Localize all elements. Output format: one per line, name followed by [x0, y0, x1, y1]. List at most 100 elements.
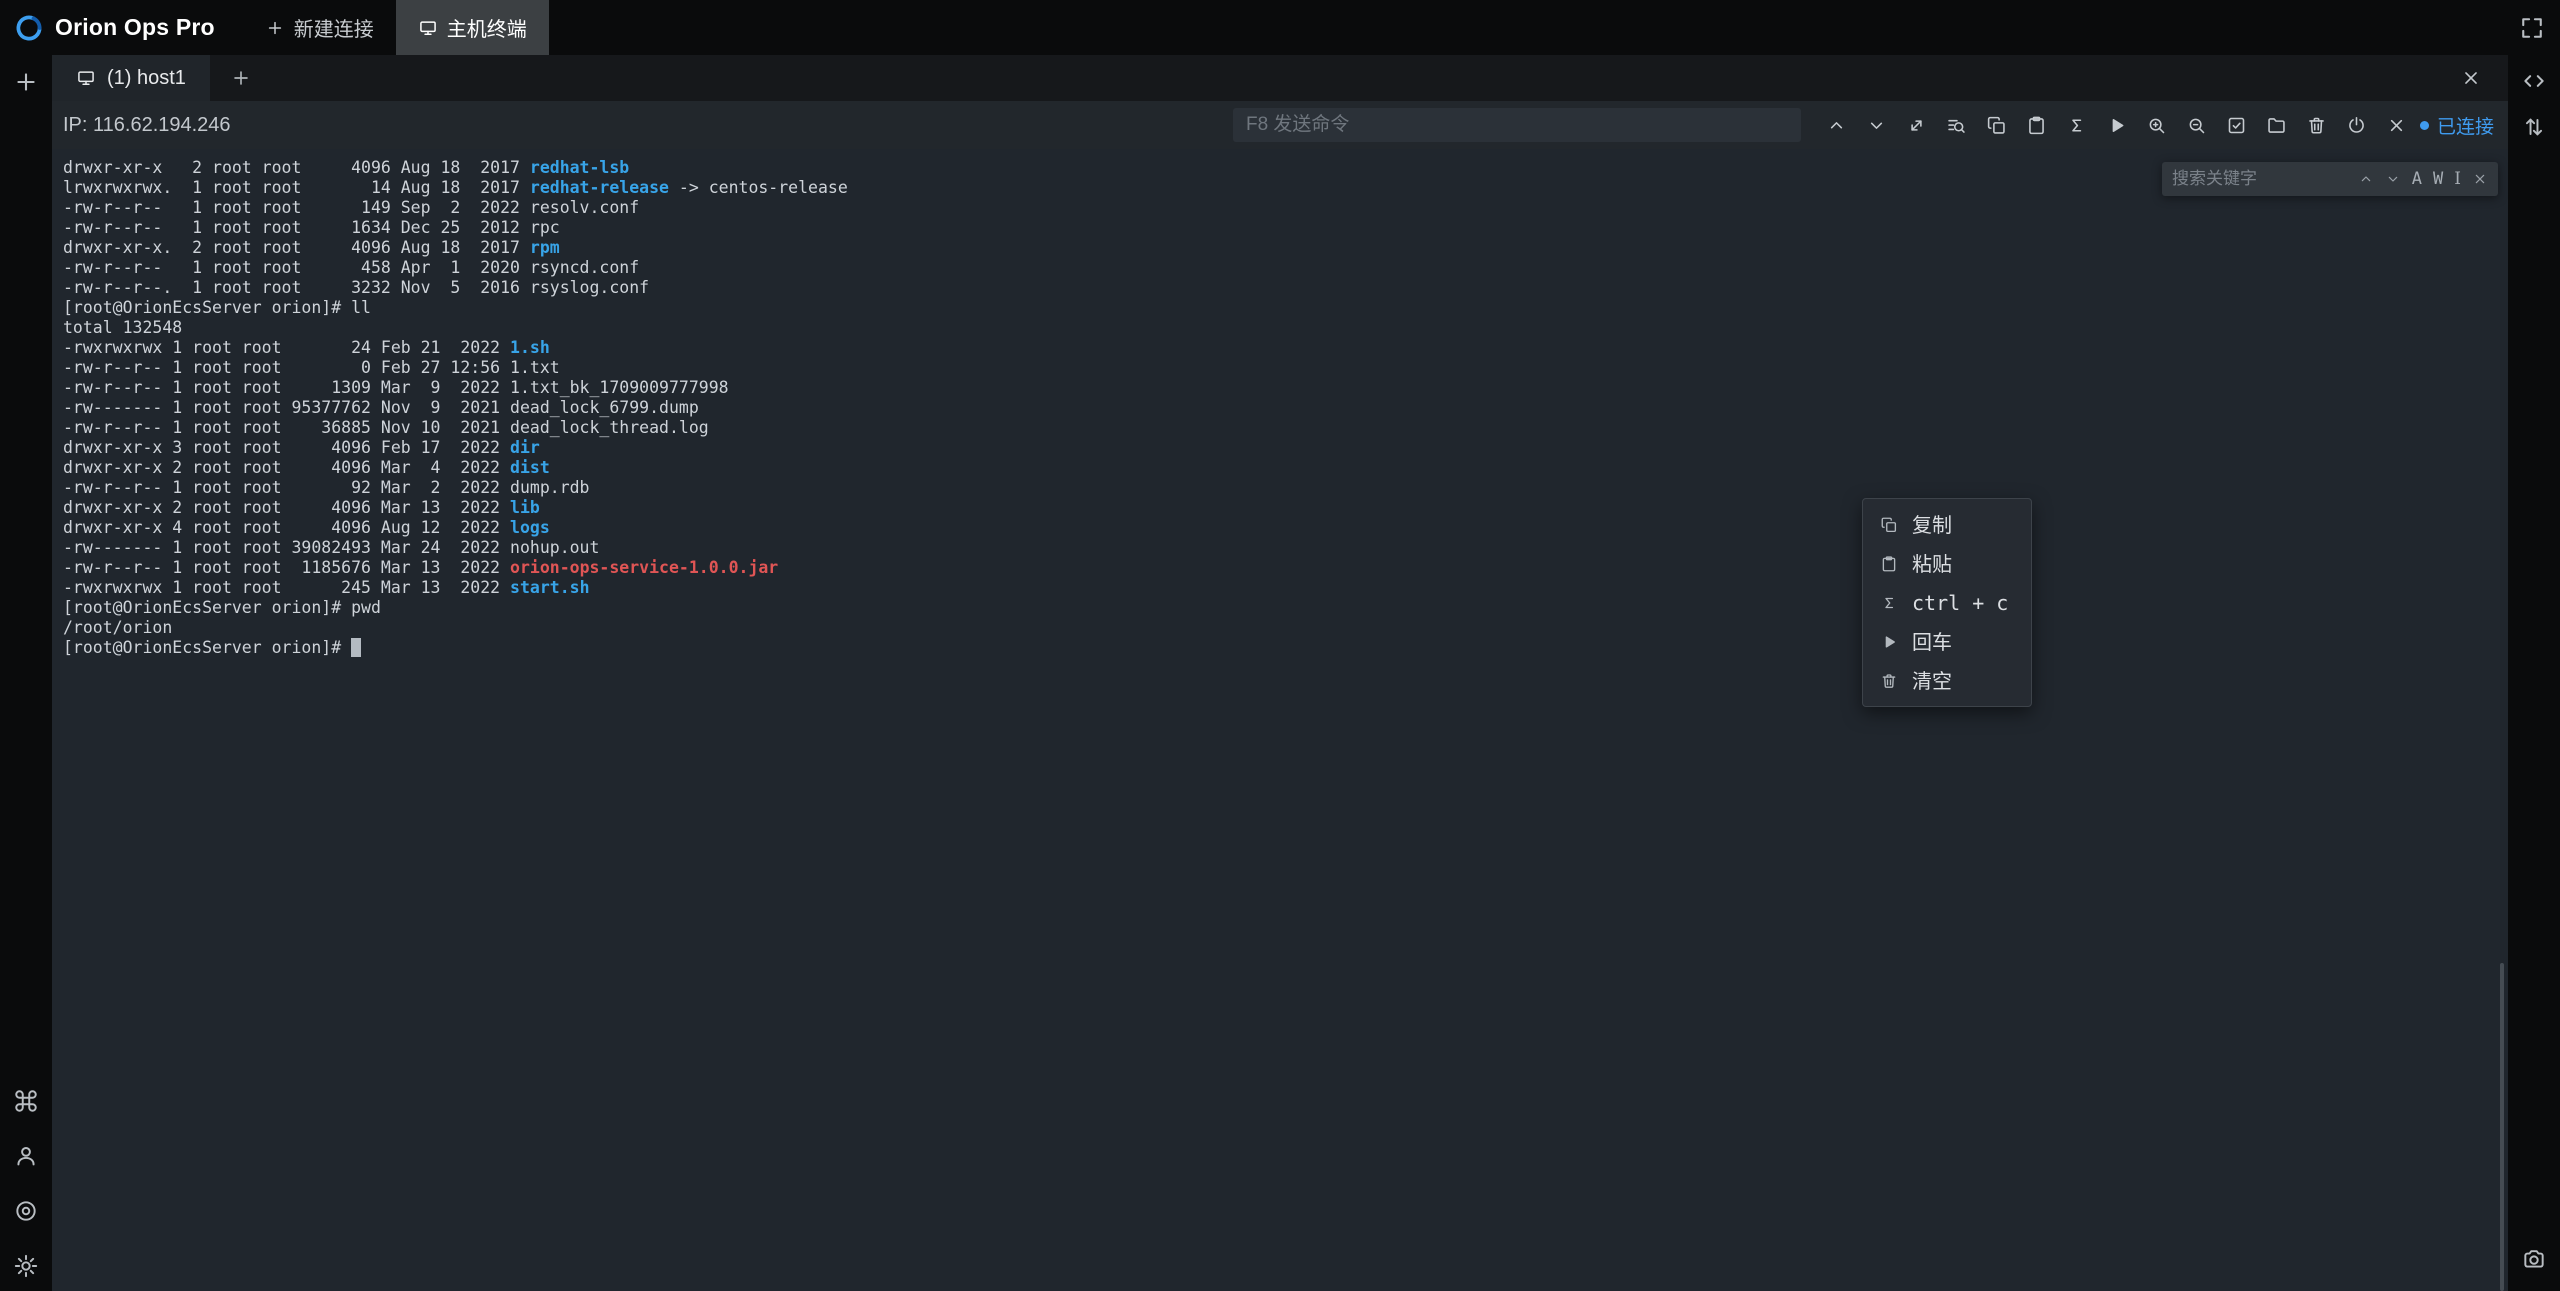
context-menu-label: 粘贴 — [1912, 554, 1952, 574]
terminal-line: -rw------- 1 root root 95377762 Nov 9 20… — [63, 398, 2508, 418]
chevron-down-icon — [2385, 171, 2401, 187]
play-icon — [2106, 115, 2127, 136]
search-next-button[interactable] — [2385, 171, 2401, 187]
terminal-line: -rw-r--r-- 1 root root 1185676 Mar 13 20… — [63, 558, 2508, 578]
terminal-line: [root@OrionEcsServer orion]# ll — [63, 298, 2508, 318]
regex-toggle[interactable]: I — [2454, 171, 2461, 188]
terminal-line: -rw-r--r-- 1 root root 149 Sep 2 2022 re… — [63, 198, 2508, 218]
right-rail — [2508, 55, 2560, 1291]
fullscreen-button[interactable] — [2518, 14, 2546, 42]
search-input[interactable] — [2172, 169, 2350, 189]
zoom-out-icon — [2186, 115, 2207, 136]
terminal-line: drwxr-xr-x. 2 root root 4096 Aug 18 2017… — [63, 238, 2508, 258]
copy-icon — [1880, 516, 1898, 534]
nav-host-terminal[interactable]: 主机终端 — [396, 0, 549, 55]
terminal-output: drwxr-xr-x 2 root root 4096 Aug 18 2017 … — [63, 158, 2508, 658]
file-manager-button[interactable] — [2263, 112, 2290, 139]
terminal-line: drwxr-xr-x 3 root root 4096 Feb 17 2022 … — [63, 438, 2508, 458]
plus-icon — [230, 67, 252, 89]
user-button[interactable] — [13, 1143, 39, 1169]
scroll-to-bottom-button[interactable] — [1863, 112, 1890, 139]
camera-icon — [2521, 1246, 2547, 1272]
topbar: Orion Ops Pro 新建连接 主机终端 — [0, 0, 2560, 55]
trash-icon — [2306, 115, 2327, 136]
context-menu-label: 回车 — [1912, 632, 1952, 652]
match-case-toggle[interactable]: A — [2412, 171, 2422, 188]
terminal-line: -rw-r--r-- 1 root root 36885 Nov 10 2021… — [63, 418, 2508, 438]
upload-download-button[interactable] — [2521, 114, 2547, 140]
context-menu-item-copy[interactable]: 复制 — [1863, 505, 2031, 544]
context-menu-item-paste[interactable]: 粘贴 — [1863, 544, 2031, 583]
clear-screen-button[interactable] — [2303, 112, 2330, 139]
settings-button[interactable] — [13, 1253, 39, 1279]
terminal-line: -rw------- 1 root root 39082493 Mar 24 2… — [63, 538, 2508, 558]
close-icon — [2460, 67, 2482, 89]
tab-host1[interactable]: (1) host1 — [52, 55, 210, 101]
send-enter-button[interactable] — [2103, 112, 2130, 139]
expand-icon — [1906, 115, 1927, 136]
terminal-line: -rw-r--r-- 1 root root 1309 Mar 9 2022 1… — [63, 378, 2508, 398]
terminal-line: -rwxrwxrwx 1 root root 24 Feb 21 2022 1.… — [63, 338, 2508, 358]
search-prev-button[interactable] — [2358, 171, 2374, 187]
screenshot-button[interactable] — [2521, 1246, 2547, 1272]
context-menu-item-enter[interactable]: 回车 — [1863, 622, 2031, 661]
tab-label: (1) host1 — [107, 67, 186, 90]
code-icon — [2521, 68, 2547, 94]
zoom-in-icon — [2146, 115, 2167, 136]
command-snippets-button[interactable] — [2521, 68, 2547, 94]
command-search-button[interactable] — [1943, 112, 1970, 139]
swap-vertical-icon — [2521, 114, 2547, 140]
paste-icon — [1880, 555, 1898, 573]
folder-icon — [2266, 115, 2287, 136]
paste-button[interactable] — [2023, 112, 2050, 139]
add-terminal-button[interactable] — [12, 68, 40, 96]
close-all-button[interactable] — [2460, 67, 2482, 89]
search-list-icon — [1946, 115, 1967, 136]
sigma-icon — [2066, 115, 2087, 136]
terminal[interactable]: drwxr-xr-x 2 root root 4096 Aug 18 2017 … — [52, 149, 2508, 1291]
terminal-line: -rw-r--r--. 1 root root 3232 Nov 5 2016 … — [63, 278, 2508, 298]
terminal-line: -rw-r--r-- 1 root root 0 Feb 27 12:56 1.… — [63, 358, 2508, 378]
send-command-input[interactable] — [1233, 108, 1801, 142]
nav-new-connection[interactable]: 新建连接 — [243, 0, 396, 55]
zoom-in-button[interactable] — [2143, 112, 2170, 139]
terminal-line: -rw-r--r-- 1 root root 1634 Dec 25 2012 … — [63, 218, 2508, 238]
close-terminal-button[interactable] — [2383, 112, 2410, 139]
scroll-to-top-button[interactable] — [1823, 112, 1850, 139]
new-tab-button[interactable] — [230, 67, 252, 89]
shortcut-keys-button[interactable] — [13, 1088, 39, 1114]
monitor-icon — [76, 68, 96, 88]
command-icon — [13, 1088, 39, 1114]
zoom-out-button[interactable] — [2183, 112, 2210, 139]
toolbar-button-group — [1823, 112, 2410, 139]
connection-status: 已连接 — [2420, 112, 2494, 139]
select-mode-button[interactable] — [2223, 112, 2250, 139]
copy-button[interactable] — [1983, 112, 2010, 139]
close-icon — [2386, 115, 2407, 136]
tabstrip: (1) host1 — [52, 55, 2508, 101]
terminal-line: -rw-r--r-- 1 root root 92 Mar 2 2022 dum… — [63, 478, 2508, 498]
paste-icon — [2026, 115, 2047, 136]
theme-button[interactable] — [13, 1198, 39, 1224]
search-close-button[interactable] — [2472, 171, 2488, 187]
plus-icon — [12, 68, 40, 96]
context-menu-item-ctrl-c[interactable]: ctrl + c — [1863, 583, 2031, 622]
context-menu: 复制粘贴 ctrl + c 回车清空 — [1862, 498, 2032, 707]
whole-word-toggle[interactable]: W — [2433, 171, 2443, 188]
disconnect-button[interactable] — [2343, 112, 2370, 139]
terminal-line: lrwxrwxrwx. 1 root root 14 Aug 18 2017 r… — [63, 178, 2508, 198]
connected-dot — [2420, 121, 2429, 130]
ctrl-c-button[interactable] — [2063, 112, 2090, 139]
context-menu-item-clear[interactable]: 清空 — [1863, 661, 2031, 700]
terminal-line: drwxr-xr-x 2 root root 4096 Aug 18 2017 … — [63, 158, 2508, 178]
terminal-line: -rw-r--r-- 1 root root 458 Apr 1 2020 rs… — [63, 258, 2508, 278]
check-square-icon — [2226, 115, 2247, 136]
orion-logo-icon — [14, 13, 44, 43]
theme-icon — [13, 1198, 39, 1224]
app-window: Orion Ops Pro 新建连接 主机终端 — [0, 0, 2560, 1291]
copy-icon — [1986, 115, 2007, 136]
terminal-scrollbar[interactable] — [2500, 963, 2504, 1291]
open-new-window-button[interactable] — [1903, 112, 1930, 139]
terminal-toolbar: IP: 116.62.194.246 已连接 — [52, 101, 2508, 149]
play-icon — [1880, 633, 1898, 651]
